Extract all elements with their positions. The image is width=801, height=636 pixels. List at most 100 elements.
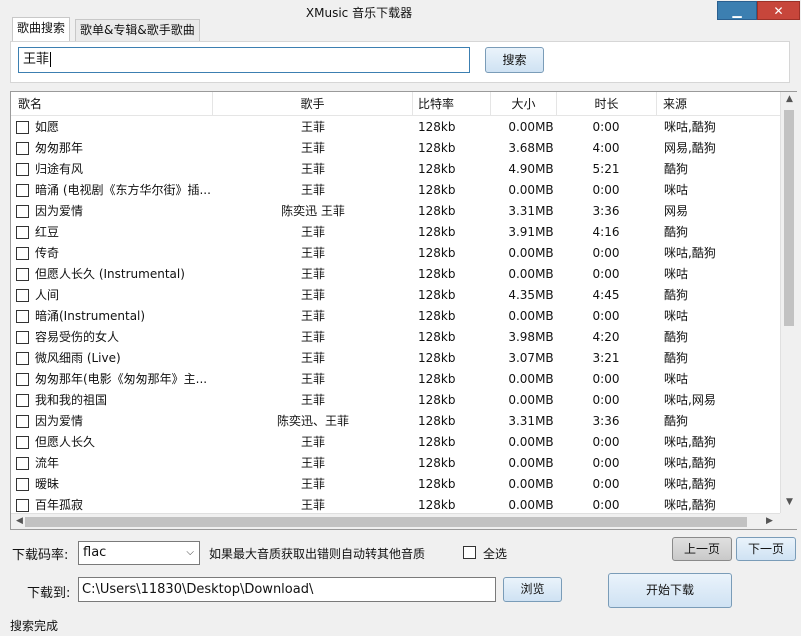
song-duration: 3:36 bbox=[592, 204, 620, 218]
column-header-name[interactable]: 歌名 bbox=[11, 92, 213, 116]
search-input[interactable]: 王菲 bbox=[18, 47, 470, 73]
song-source: 咪咕,网易 bbox=[664, 393, 716, 407]
select-all-label[interactable]: 全选 bbox=[483, 545, 507, 562]
table-row[interactable]: 匆匆那年(电影《匆匆那年》主... 王菲 128kb 0.00MB 0:00 咪咕 bbox=[11, 369, 780, 390]
row-checkbox[interactable] bbox=[16, 163, 29, 176]
table-row[interactable]: 如愿 王菲 128kb 0.00MB 0:00 咪咕,酷狗 bbox=[11, 117, 780, 138]
row-checkbox[interactable] bbox=[16, 499, 29, 512]
song-name: 微风细雨 (Live) bbox=[35, 351, 121, 365]
scroll-right-icon[interactable]: ▶ bbox=[761, 516, 778, 526]
row-checkbox[interactable] bbox=[16, 352, 29, 365]
song-artist: 王菲 bbox=[300, 435, 325, 449]
scroll-down-icon[interactable]: ▼ bbox=[781, 497, 798, 507]
tab-song-search[interactable]: 歌曲搜索 bbox=[12, 17, 71, 41]
table-row[interactable]: 因为爱情 陈奕迅、王菲 128kb 3.31MB 3:36 酷狗 bbox=[11, 411, 780, 432]
start-download-button[interactable]: 开始下载 bbox=[608, 573, 732, 608]
song-source: 网易 bbox=[664, 204, 689, 218]
minimize-button[interactable]: ▁ bbox=[717, 1, 757, 20]
table-row[interactable]: 流年 王菲 128kb 0.00MB 0:00 咪咕,酷狗 bbox=[11, 453, 780, 474]
song-source: 酷狗 bbox=[664, 330, 689, 344]
select-all-checkbox[interactable] bbox=[463, 546, 476, 559]
song-bitrate: 128kb bbox=[418, 183, 456, 197]
row-checkbox[interactable] bbox=[16, 310, 29, 323]
column-header-source[interactable]: 来源 bbox=[657, 92, 780, 116]
song-size: 0.00MB bbox=[508, 120, 554, 134]
song-name: 如愿 bbox=[35, 120, 60, 134]
song-size: 3.31MB bbox=[508, 414, 554, 428]
table-row[interactable]: 暧昧 王菲 128kb 0.00MB 0:00 咪咕,酷狗 bbox=[11, 474, 780, 495]
scroll-up-icon[interactable]: ▲ bbox=[781, 94, 798, 104]
prev-page-button[interactable]: 上一页 bbox=[672, 537, 732, 561]
song-size: 0.00MB bbox=[508, 393, 554, 407]
row-checkbox[interactable] bbox=[16, 226, 29, 239]
vertical-scroll-thumb[interactable] bbox=[784, 110, 794, 326]
column-header-artist[interactable]: 歌手 bbox=[213, 92, 413, 116]
table-row[interactable]: 暗涌 (电视剧《东方华尔街》插... 王菲 128kb 0.00MB 0:00 咪咕 bbox=[11, 180, 780, 201]
song-source: 酷狗 bbox=[664, 288, 689, 302]
song-duration: 0:00 bbox=[592, 246, 620, 260]
row-checkbox[interactable] bbox=[16, 184, 29, 197]
column-header-duration[interactable]: 时长 bbox=[557, 92, 657, 116]
song-bitrate: 128kb bbox=[418, 351, 456, 365]
next-page-button[interactable]: 下一页 bbox=[736, 537, 796, 561]
row-checkbox[interactable] bbox=[16, 478, 29, 491]
table-row[interactable]: 红豆 王菲 128kb 3.91MB 4:16 酷狗 bbox=[11, 222, 780, 243]
search-input-value: 王菲 bbox=[23, 52, 50, 67]
table-row[interactable]: 因为爱情 陈奕迅 王菲 128kb 3.31MB 3:36 网易 bbox=[11, 201, 780, 222]
song-bitrate: 128kb bbox=[418, 414, 456, 428]
row-checkbox[interactable] bbox=[16, 142, 29, 155]
vertical-scrollbar[interactable]: ▲ ▼ bbox=[780, 92, 797, 513]
table-row[interactable]: 归途有风 王菲 128kb 4.90MB 5:21 酷狗 bbox=[11, 159, 780, 180]
tab-playlist-album-artist[interactable]: 歌单&专辑&歌手歌曲 bbox=[75, 19, 200, 41]
song-size: 3.98MB bbox=[508, 330, 554, 344]
table-row[interactable]: 百年孤寂 王菲 128kb 0.00MB 0:00 咪咕,酷狗 bbox=[11, 495, 780, 512]
song-duration: 3:21 bbox=[592, 351, 620, 365]
table-row[interactable]: 传奇 王菲 128kb 0.00MB 0:00 咪咕,酷狗 bbox=[11, 243, 780, 264]
table-row[interactable]: 但愿人长久 (Instrumental) 王菲 128kb 0.00MB 0:00 咪咕 bbox=[11, 264, 780, 285]
table-row[interactable]: 我和我的祖国 王菲 128kb 0.00MB 0:00 咪咕,网易 bbox=[11, 390, 780, 411]
song-source: 咪咕,酷狗 bbox=[664, 246, 716, 260]
row-checkbox[interactable] bbox=[16, 289, 29, 302]
row-checkbox[interactable] bbox=[16, 121, 29, 134]
row-checkbox[interactable] bbox=[16, 247, 29, 260]
table-row[interactable]: 匆匆那年 王菲 128kb 3.68MB 4:00 网易,酷狗 bbox=[11, 138, 780, 159]
row-checkbox[interactable] bbox=[16, 436, 29, 449]
row-checkbox[interactable] bbox=[16, 373, 29, 386]
table-row[interactable]: 人间 王菲 128kb 4.35MB 4:45 酷狗 bbox=[11, 285, 780, 306]
song-size: 0.00MB bbox=[508, 267, 554, 281]
search-button[interactable]: 搜索 bbox=[485, 47, 544, 73]
table-row[interactable]: 容易受伤的女人 王菲 128kb 3.98MB 4:20 酷狗 bbox=[11, 327, 780, 348]
row-checkbox[interactable] bbox=[16, 457, 29, 470]
row-checkbox[interactable] bbox=[16, 205, 29, 218]
horizontal-scrollbar[interactable]: ◀ ▶ bbox=[11, 513, 780, 529]
bitrate-select[interactable]: flac ⌵ bbox=[78, 541, 200, 565]
column-header-bitrate[interactable]: 比特率 bbox=[413, 92, 491, 116]
song-duration: 0:00 bbox=[592, 477, 620, 491]
row-checkbox[interactable] bbox=[16, 394, 29, 407]
song-artist: 王菲 bbox=[300, 477, 325, 491]
horizontal-scroll-thumb[interactable] bbox=[25, 517, 747, 527]
song-list[interactable]: 歌名 歌手 比特率 大小 时长 来源 如愿 王菲 128kb 0.00MB 0:00 咪咕… bbox=[10, 91, 797, 530]
browse-button[interactable]: 浏览 bbox=[503, 577, 562, 602]
download-path-field[interactable]: C:\Users\11830\Desktop\Download\ bbox=[78, 577, 496, 602]
table-row[interactable]: 但愿人长久 王菲 128kb 0.00MB 0:00 咪咕,酷狗 bbox=[11, 432, 780, 453]
song-duration: 0:00 bbox=[592, 267, 620, 281]
song-bitrate: 128kb bbox=[418, 477, 456, 491]
song-size: 0.00MB bbox=[508, 456, 554, 470]
row-checkbox[interactable] bbox=[16, 268, 29, 281]
song-name: 因为爱情 bbox=[35, 414, 84, 428]
row-checkbox[interactable] bbox=[16, 331, 29, 344]
song-duration: 0:00 bbox=[592, 456, 620, 470]
song-size: 0.00MB bbox=[508, 309, 554, 323]
row-checkbox[interactable] bbox=[16, 415, 29, 428]
close-button[interactable]: ✕ bbox=[757, 1, 800, 20]
song-name: 但愿人长久 bbox=[35, 435, 96, 449]
song-name: 匆匆那年 bbox=[35, 141, 84, 155]
song-bitrate: 128kb bbox=[418, 267, 456, 281]
table-row[interactable]: 微风细雨 (Live) 王菲 128kb 3.07MB 3:21 酷狗 bbox=[11, 348, 780, 369]
column-header-size[interactable]: 大小 bbox=[491, 92, 557, 116]
song-bitrate: 128kb bbox=[418, 225, 456, 239]
table-row[interactable]: 暗涌(Instrumental) 王菲 128kb 0.00MB 0:00 咪咕 bbox=[11, 306, 780, 327]
song-name: 暗涌 (电视剧《东方华尔街》插... bbox=[35, 183, 211, 197]
song-duration: 5:21 bbox=[592, 162, 620, 176]
